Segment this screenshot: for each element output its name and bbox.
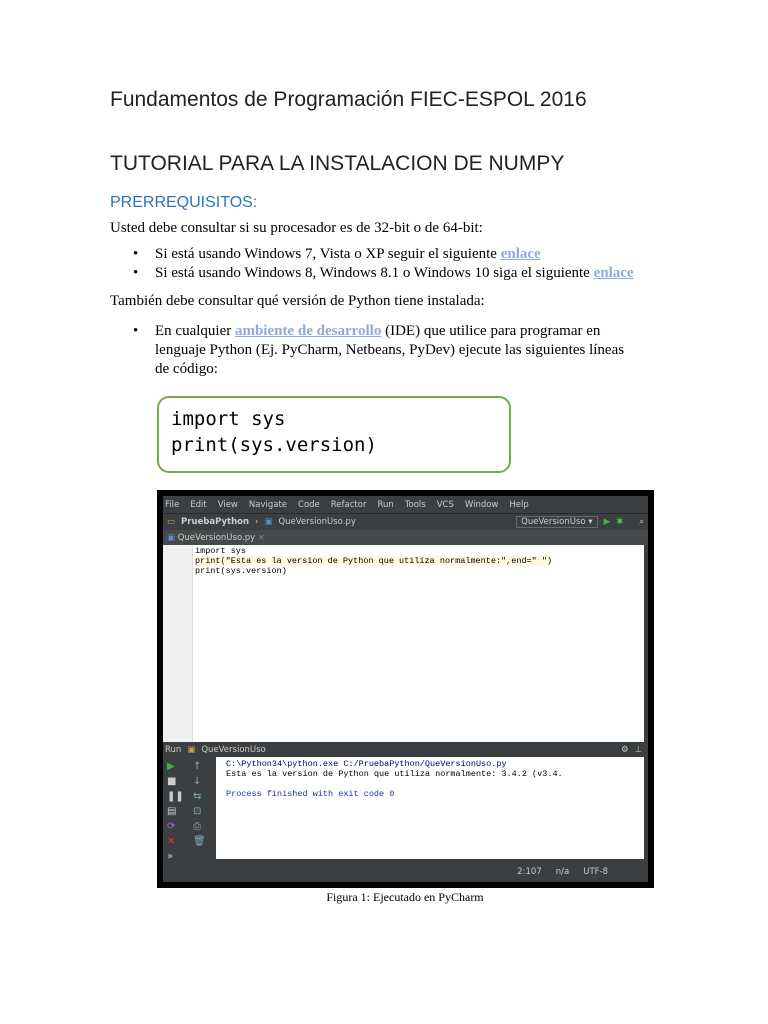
bullet-icon: •: [133, 323, 139, 339]
search-icon: ⌕: [639, 517, 644, 527]
code-editor[interactable]: import sys print("Esta es la version de P…: [163, 545, 644, 742]
run-toolbar: ▶ ■ ❚❚ ▤ ⟳ ✕» ↑ ↓ ⇆ ⊡ ⎙ 🗑: [167, 761, 206, 862]
python-file-icon: ▣: [264, 517, 273, 527]
menu-bar: File Edit View Navigate Code Refactor Run Tools…: [165, 499, 529, 510]
paragraph: Usted debe consultar si su procesador es…: [110, 220, 483, 236]
link-enlace-win8[interactable]: enlace: [594, 265, 634, 281]
tutorial-title: TUTORIAL PARA LA INSTALACION DE NUMPY: [110, 152, 565, 175]
run-header: Run ▣ QueVersionUso ⚙ ⊥: [165, 744, 642, 755]
nav-bar: ▭ PruebaPython › ▣ QueVersionUso.py QueVers…: [163, 513, 648, 530]
debug-icon: ✱: [616, 517, 624, 527]
section-heading: PRERREQUISITOS:: [110, 194, 258, 211]
run-config-dropdown[interactable]: QueVersionUso ▾: [516, 516, 598, 528]
list-item: • Si está usando Windows 8, Windows 8.1 o…: [133, 265, 634, 281]
course-title: Fundamentos de Programación FIEC-ESPOL 2…: [110, 88, 587, 111]
gear-icon: ⚙: [620, 744, 629, 755]
link-ide[interactable]: ambiente de desarrollo: [235, 323, 381, 339]
link-enlace-win7[interactable]: enlace: [501, 246, 541, 262]
run-icon: ▶: [603, 517, 611, 527]
list-item: • En cualquier ambiente de desarrollo (ID…: [133, 323, 625, 377]
figure-caption: Figura 1: Ejecutado en PyCharm: [326, 890, 484, 904]
code-box: import sys print(sys.version): [157, 396, 511, 473]
folder-icon: ▭: [167, 517, 176, 527]
paragraph: También debe consultar qué versión de Py…: [110, 293, 485, 309]
pycharm-screenshot: File Edit View Navigate Code Refactor Run Tools…: [157, 490, 654, 888]
status-bar: 2:107 n/a UTF-8: [517, 867, 608, 877]
list-item: • Si está usando Windows 7, Vista o XP se…: [133, 246, 541, 262]
tab-file[interactable]: ▣ QueVersionUso.py ×: [167, 533, 265, 543]
editor-tabs: ▣ QueVersionUso.py ×: [163, 530, 648, 545]
run-console[interactable]: C:\Python34\python.exe C:/PruebaPython/Q…: [216, 757, 644, 859]
bullet-icon: •: [133, 265, 139, 281]
bullet-icon: •: [133, 246, 139, 262]
